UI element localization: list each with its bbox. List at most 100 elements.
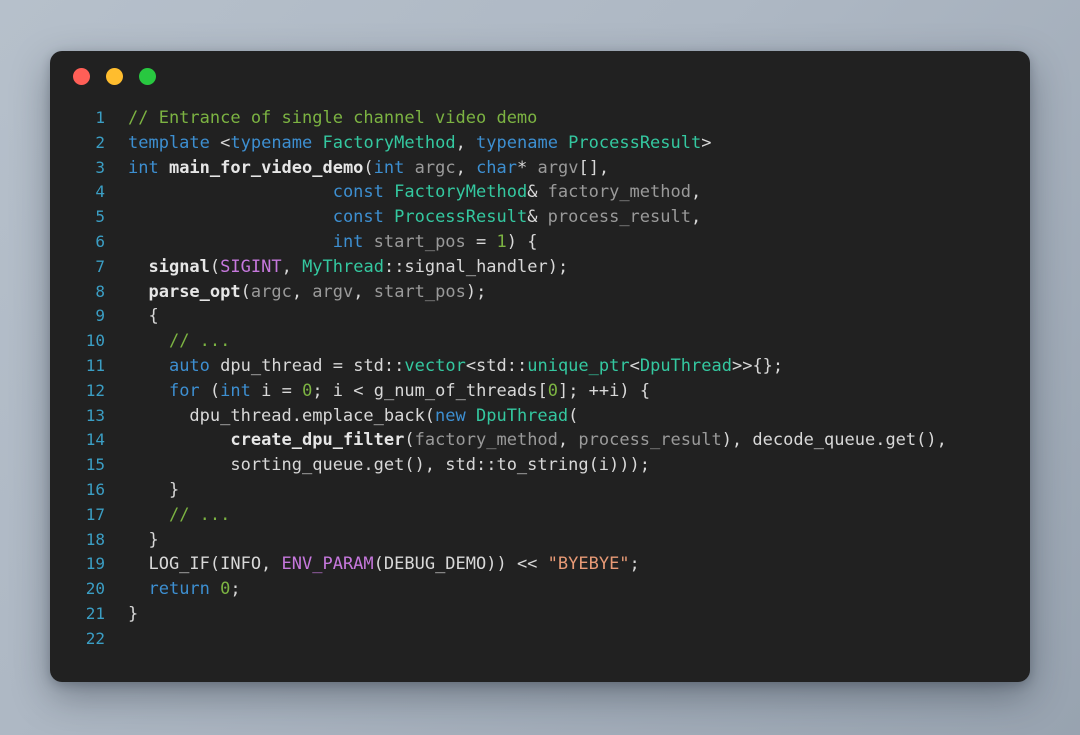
code-token: auto [168, 355, 221, 376]
code-token: 0 [220, 579, 231, 600]
code-token: argc [250, 281, 292, 302]
line-source[interactable]: create_dpu_filter(factory_method, proces… [105, 428, 1030, 453]
line-source[interactable]: } [105, 602, 1030, 627]
code-token: i = [261, 380, 303, 401]
code-line: 12 for (int i = 0; i < g_num_of_threads[… [50, 379, 1030, 404]
code-token: DpuThread [639, 355, 732, 376]
code-token: template [128, 132, 221, 153]
code-token: < [220, 132, 231, 153]
code-token: factory_method [547, 182, 691, 203]
code-token: , [455, 132, 477, 153]
code-token: sorting_queue.get(), std::to_string(i)))… [128, 455, 650, 476]
line-number: 11 [85, 355, 105, 375]
line-number: 19 [85, 554, 105, 574]
close-window-button[interactable] [73, 68, 90, 85]
code-token: } [128, 529, 159, 550]
code-line: 2 template <typename FactoryMethod, typen… [50, 131, 1030, 156]
line-source[interactable]: { [105, 304, 1030, 329]
line-source[interactable]: sorting_queue.get(), std::to_string(i)))… [105, 453, 1030, 478]
code-token: LOG_IF(INFO, [128, 554, 282, 575]
line-source[interactable]: for (int i = 0; i < g_num_of_threads[0];… [105, 379, 1030, 404]
code-editor-window: 1 // Entrance of single channel video dem… [50, 51, 1030, 682]
line-number: 12 [85, 380, 105, 400]
code-token: , [353, 281, 374, 302]
code-token: process_result [578, 430, 722, 451]
code-token: ) { [506, 231, 538, 252]
line-source[interactable]: template <typename FactoryMethod, typena… [105, 131, 1030, 156]
code-token: unique_ptr [527, 355, 630, 376]
code-token: SIGINT [220, 256, 282, 277]
line-number: 13 [85, 405, 105, 425]
line-source[interactable]: parse_opt(argc, argv, start_pos); [105, 280, 1030, 305]
line-source[interactable]: } [105, 478, 1030, 503]
code-token: (DEBUG_DEMO)) << [373, 554, 548, 575]
code-token: const [332, 182, 395, 203]
code-token: dpu_thread.emplace_back( [128, 405, 436, 426]
code-token: "BYEBYE" [547, 554, 630, 575]
code-token: , [690, 182, 702, 203]
line-source[interactable]: } [105, 528, 1030, 553]
code-token: ), decode_queue.get(), [721, 430, 947, 451]
code-token: return [148, 579, 221, 600]
code-token: argc [414, 157, 456, 178]
code-token: , [690, 207, 702, 228]
code-token: signal [148, 256, 210, 277]
line-source[interactable]: auto dpu_thread = std::vector<std::uniqu… [105, 354, 1030, 379]
line-source[interactable]: dpu_thread.emplace_back(new DpuThread( [105, 404, 1030, 429]
code-token: >>{}; [731, 355, 784, 376]
code-token: } [128, 479, 180, 500]
code-line: 3 int main_for_video_demo(int argc, char*… [50, 156, 1030, 181]
line-number: 15 [85, 455, 105, 475]
code-token: 0 [547, 380, 558, 401]
line-source[interactable]: LOG_IF(INFO, ENV_PARAM(DEBUG_DEMO)) << "… [105, 552, 1030, 577]
line-number: 6 [95, 231, 105, 251]
window-titlebar[interactable] [50, 51, 1030, 102]
code-line: 1 // Entrance of single channel video dem… [50, 106, 1030, 131]
line-source[interactable]: const FactoryMethod& factory_method, [105, 180, 1030, 205]
code-token: ProcessResult [568, 132, 702, 153]
code-line: 19 LOG_IF(INFO, ENV_PARAM(DEBUG_DEMO)) <… [50, 552, 1030, 577]
code-line: 5 const ProcessResult& process_result, [50, 205, 1030, 230]
code-line: 22 [50, 627, 1030, 652]
code-token: ( [404, 430, 415, 451]
code-token: , [557, 430, 579, 451]
code-line: 10 // ... [50, 329, 1030, 354]
code-token: new [435, 405, 476, 426]
code-token: ; [230, 579, 241, 600]
code-line: 20 return 0; [50, 577, 1030, 602]
code-line: 11 auto dpu_thread = std::vector<std::un… [50, 354, 1030, 379]
code-line: 21} [50, 602, 1030, 627]
code-token: < [629, 355, 640, 376]
line-source[interactable]: return 0; [105, 577, 1030, 602]
line-source[interactable]: // ... [105, 329, 1030, 354]
code-token: ( [363, 157, 374, 178]
line-source[interactable]: // Entrance of single channel video demo [105, 106, 1030, 131]
minimize-window-button[interactable] [106, 68, 123, 85]
line-source[interactable]: int main_for_video_demo(int argc, char* … [105, 156, 1030, 181]
line-source[interactable]: const ProcessResult& process_result, [105, 205, 1030, 230]
code-token: ::signal_handler); [383, 256, 569, 277]
code-token: FactoryMethod [322, 132, 456, 153]
code-token: } [128, 603, 139, 624]
code-token: main_for_video_demo [168, 157, 364, 178]
line-source[interactable]: signal(SIGINT, MyThread::signal_handler)… [105, 255, 1030, 280]
code-token: ( [240, 281, 251, 302]
line-source[interactable]: // ... [105, 503, 1030, 528]
code-content[interactable]: 1 // Entrance of single channel video dem… [50, 102, 1030, 652]
code-token: argv [312, 281, 354, 302]
code-token: int [332, 231, 374, 252]
line-source[interactable]: int start_pos = 1) { [105, 230, 1030, 255]
code-token: char [476, 157, 518, 178]
line-number: 18 [85, 529, 105, 549]
code-token: , [455, 157, 477, 178]
code-token: MyThread [302, 256, 384, 277]
code-token: & [527, 182, 548, 203]
code-line: 14 create_dpu_filter(factory_method, pro… [50, 428, 1030, 453]
code-token: ( [568, 405, 579, 426]
code-token: ( [209, 380, 221, 401]
code-token: ( [209, 256, 221, 277]
maximize-window-button[interactable] [139, 68, 156, 85]
